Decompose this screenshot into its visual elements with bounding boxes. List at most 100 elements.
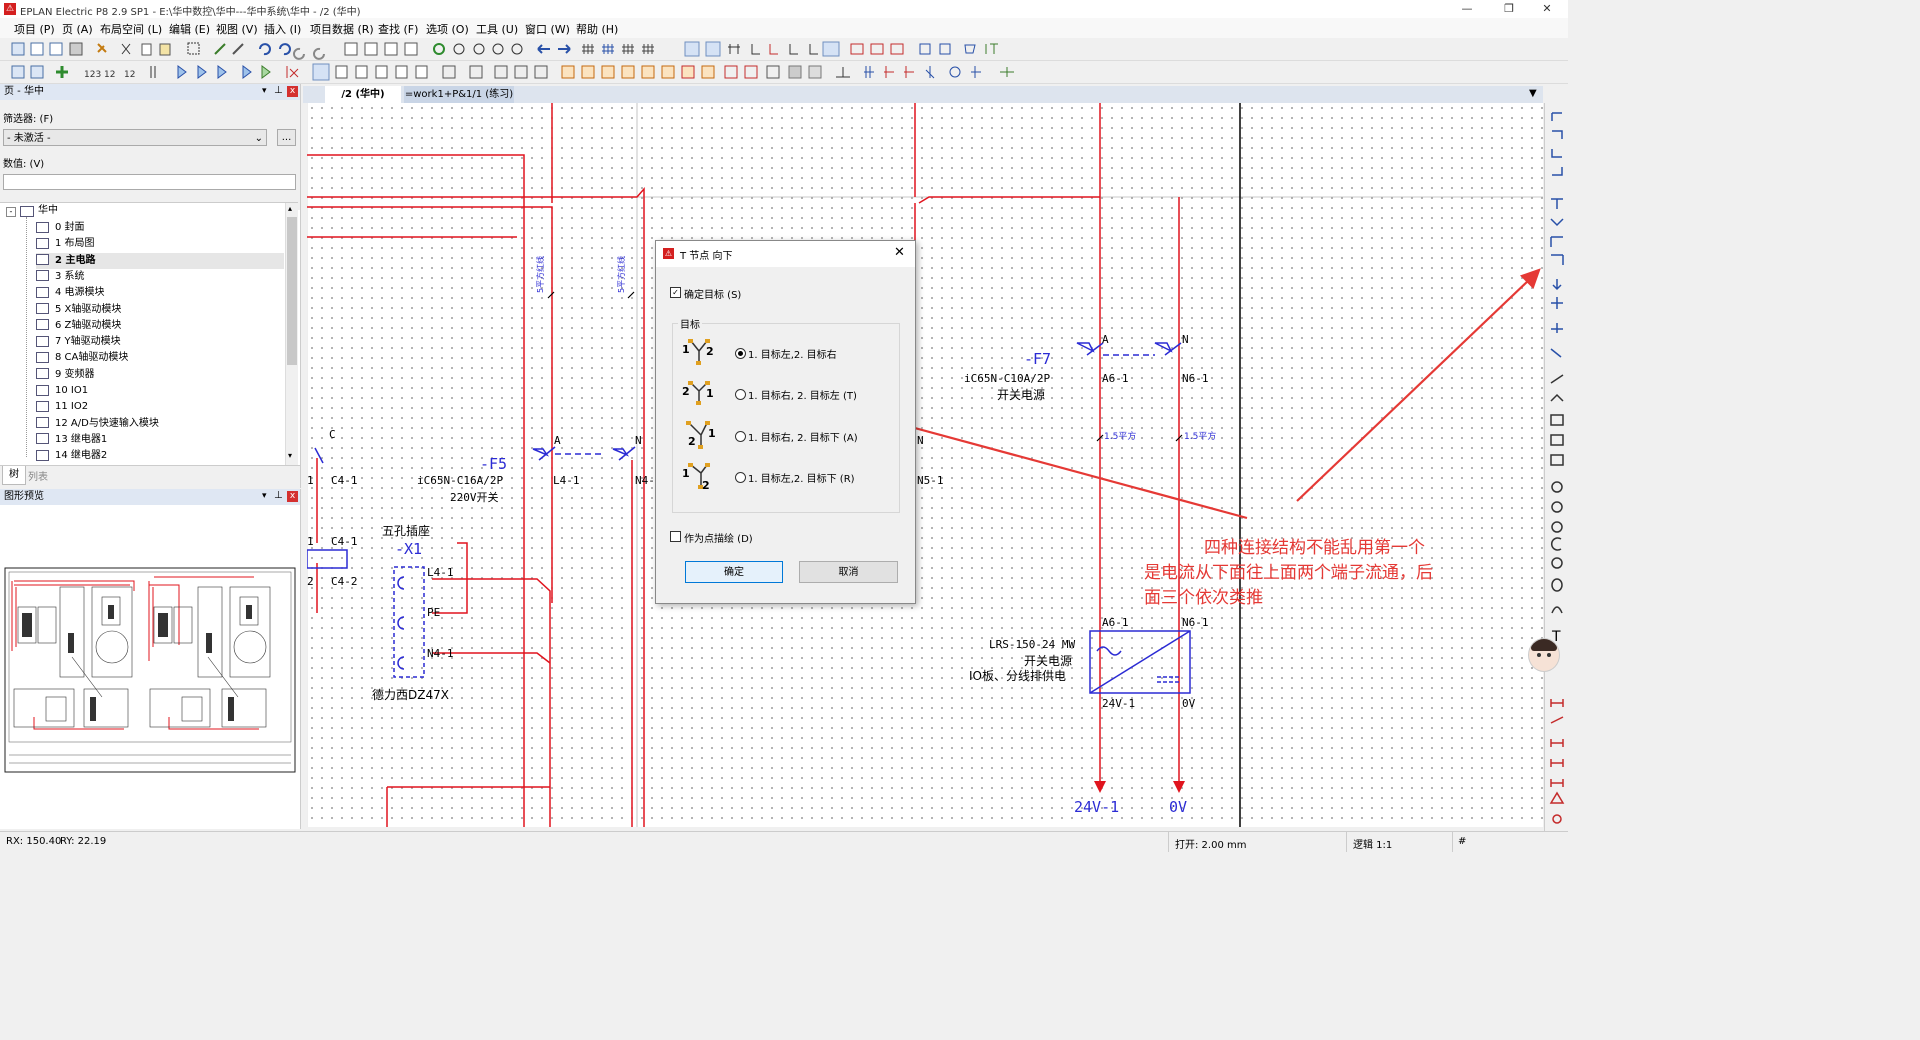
status-ry: RY: 22.19 [60,836,107,847]
tree-page-item[interactable]: 1 布局图 [36,236,95,252]
close-icon[interactable]: x [287,491,298,502]
filter-label: 筛选器: (F) [3,114,54,125]
chevron-down-icon: ⌄ [254,133,263,144]
menu-project[interactable]: 项目 (P) [14,21,55,37]
collapse-icon[interactable]: - [6,207,16,217]
tree-page-item[interactable]: 10 IO1 [36,383,88,399]
tree-page-item[interactable]: 8 CA轴驱动模块 [36,350,128,366]
value-label: 数值: (V) [3,159,45,170]
label-socket-title: 五孔插座 [382,524,431,538]
right-toolbar: T [1544,103,1569,831]
option-label-2: 1. 目标右, 2. 目标左 (T) [748,391,857,402]
panel-tabs: 树 列表 [0,465,300,488]
tree-page-item[interactable]: 14 继电器2 [36,448,107,464]
label-a2: A [1102,333,1109,346]
tree-page-item[interactable]: 11 IO2 [36,399,88,415]
tree-page-item[interactable]: 3 系统 [36,269,85,285]
schematic-canvas[interactable]: C 1 C4-1 1 C4-1 2 C4-2 -F5 iC65N-C16A/2P… [307,103,1543,827]
label-c42-left: 2 [307,575,314,588]
tree-page-item[interactable]: 12 A/D与快速输入模块 [36,416,159,432]
option-radio-3[interactable] [735,431,746,442]
option-radio-1[interactable] [735,348,746,359]
filter-select[interactable]: - 未激活 - ⌄ [3,129,267,146]
label-n61: N6-1 [1182,372,1209,385]
scroll-up-icon[interactable]: ▴ [288,204,292,213]
menu-tools[interactable]: 工具 (U) [476,21,518,37]
menu-page[interactable]: 页 (A) [62,21,93,37]
tree-page-item[interactable]: 9 变频器 [36,367,95,383]
label-24v-pin: 24V-1 [1102,697,1136,710]
confirm-target-checkbox[interactable]: ✓ [670,287,681,298]
dialog-close-icon[interactable]: ✕ [894,245,905,260]
tree-page-item[interactable]: 7 Y轴驱动模块 [36,334,121,350]
t-node-option-icons: 12 21 21 12 [682,339,716,492]
dialog-titlebar: ⚠ T 节点 向下 ✕ [656,241,915,267]
option-radio-2[interactable] [735,389,746,400]
menu-options[interactable]: 选项 (O) [426,21,469,37]
menu-insert[interactable]: 插入 (I) [264,21,301,37]
tree-root[interactable]: 华中 [38,204,58,218]
title-bar: ⚠ EPLAN Electric P8 2.9 SP1 - E:\华中数控\华中… [0,0,1568,18]
scrollbar-thumb[interactable] [287,217,297,365]
minimize-button[interactable]: — [1446,0,1488,18]
target-group-title: 目标 [678,316,702,331]
tab-work1[interactable]: =work1+P&1/1 (练习) [404,86,514,103]
scroll-down-icon[interactable]: ▾ [288,451,292,460]
label-c: C [329,428,336,441]
draw-as-point-checkbox[interactable] [670,531,681,542]
tree-page-item[interactable]: 5 X轴驱动模块 [36,302,121,318]
tab-list-dropdown-icon[interactable]: ▼ [1529,88,1537,99]
cancel-button[interactable]: 取消 [799,561,898,583]
option-label-1: 1. 目标左,2. 目标右 [748,350,837,361]
tree-page-item[interactable]: 0 封面 [36,220,85,236]
preview-panel-title: 图形预览 [0,489,300,505]
restore-button[interactable]: ❐ [1488,0,1530,18]
status-grid: 打开: 2.00 mm [1175,840,1247,851]
tree-scrollbar[interactable]: ▴ ▾ [285,203,298,465]
power-supply-symbol [1089,630,1191,694]
tab-page-2[interactable]: /2 (华中) [325,86,401,103]
menu-view[interactable]: 视图 (V) [216,21,258,37]
tree-page-label: 2 主电路 [55,254,96,266]
pin-icon[interactable]: ⊥ [274,490,283,501]
tree-page-item[interactable]: 13 继电器1 [36,432,107,448]
tree-page-item[interactable]: 2 主电路 [36,252,284,269]
panel-dropdown-icon[interactable]: ▾ [262,86,267,96]
label-psu-desc2: IO板、分线排供电 [969,669,1066,683]
toolbar-second-icons[interactable]: 123 12 12 [0,61,1030,83]
label-n2: N [1182,333,1189,346]
status-bar: RX: 150.40 RY: 22.19 打开: 2.00 mm 逻辑 1:1 … [0,831,1568,852]
tree-page-item[interactable]: 6 Z轴驱动模块 [36,318,121,334]
close-button[interactable]: ✕ [1526,0,1568,18]
menu-layout-space[interactable]: 布局空间 (L) [100,21,162,37]
tree-page-item[interactable]: 4 电源模块 [36,285,105,301]
filter-more-button[interactable]: ... [277,129,296,146]
document-tab-bar: /2 (华中) =work1+P&1/1 (练习) ▼ [303,86,1543,103]
label-c41b-left: 1 [307,535,314,548]
tab-list[interactable]: 列表 [28,468,48,483]
toolbar-top-icons[interactable] [0,38,1010,60]
panel-dropdown-icon[interactable]: ▾ [262,491,267,501]
menu-edit[interactable]: 编辑 (E) [169,21,210,37]
page-icon [36,449,49,461]
label-c41-left: 1 [307,474,314,487]
label-f5: -F5 [480,455,508,473]
connection-symbol-icons[interactable]: T [1545,103,1569,831]
avatar[interactable] [1528,638,1560,672]
tab-tree[interactable]: 树 [2,466,26,485]
tree-page-label: 4 电源模块 [55,287,105,299]
tree-page-label: 10 IO1 [55,385,89,396]
menu-find[interactable]: 查找 (F) [378,21,418,37]
tree-page-label: 11 IO2 [55,401,89,413]
close-icon[interactable]: x [287,86,298,97]
ok-button[interactable]: 确定 [685,561,783,583]
value-input[interactable] [3,174,296,190]
option-radio-4[interactable] [735,472,746,483]
label-f5-desc: 220V开关 [450,491,499,504]
tree-page-label: 1 布局图 [55,238,95,250]
menu-project-data[interactable]: 项目数据 (R) [310,21,374,37]
pin-icon[interactable]: ⊥ [274,85,283,96]
menu-window[interactable]: 窗口 (W) [525,21,570,37]
svg-text:123: 123 [84,70,101,80]
menu-help[interactable]: 帮助 (H) [576,21,618,37]
